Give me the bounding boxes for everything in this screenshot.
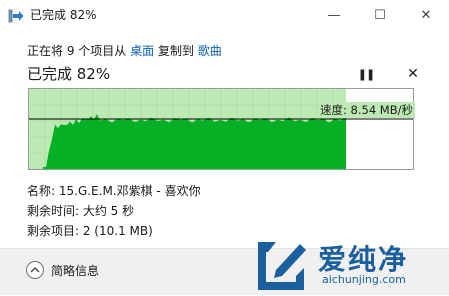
items-remaining: 剩余项目: 2 (10.1 MB) [27,224,153,238]
source-folder-link[interactable]: 桌面 [130,44,154,58]
copy-status-line: 正在将 9 个项目从 桌面 复制到 歌曲 [27,42,222,59]
speed-history-fill [43,114,346,169]
copy-middle: 复制到 [157,44,194,58]
minimize-button[interactable]: — [311,0,357,30]
destination-folder-link[interactable]: 歌曲 [198,44,222,58]
watermark-logo-icon [250,236,312,292]
time-remaining: 剩余时间: 大约 5 秒 [27,204,135,218]
speed-graph [28,88,414,170]
watermark-url: aichunjing.com [322,273,406,286]
speed-label: 速度: 8.54 MB/秒 [318,102,415,118]
less-details-button[interactable]: 简略信息 [51,262,99,279]
cancel-button[interactable]: ✕ [403,64,423,84]
maximize-button[interactable]: ☐ [357,0,403,30]
chevron-up-icon[interactable] [26,261,44,279]
close-button[interactable]: ✕ [403,0,449,30]
progress-headline: 已完成 82% [27,65,111,83]
window-title: 已完成 82% [30,8,97,22]
pause-button[interactable]: ❚❚ [356,64,376,84]
copy-prefix: 正在将 9 个项目从 [27,44,127,58]
file-name: 名称: 15.G.E.M.邓紫棋 - 喜欢你 [27,184,201,198]
watermark-text: 爱纯净 [318,243,409,276]
title-bar: 已完成 82% — ☐ ✕ [0,0,449,30]
file-copy-dialog: 已完成 82% — ☐ ✕ 正在将 9 个项目从 桌面 复制到 歌曲 已完成 8… [0,0,449,295]
copy-arrow-icon [8,8,24,23]
